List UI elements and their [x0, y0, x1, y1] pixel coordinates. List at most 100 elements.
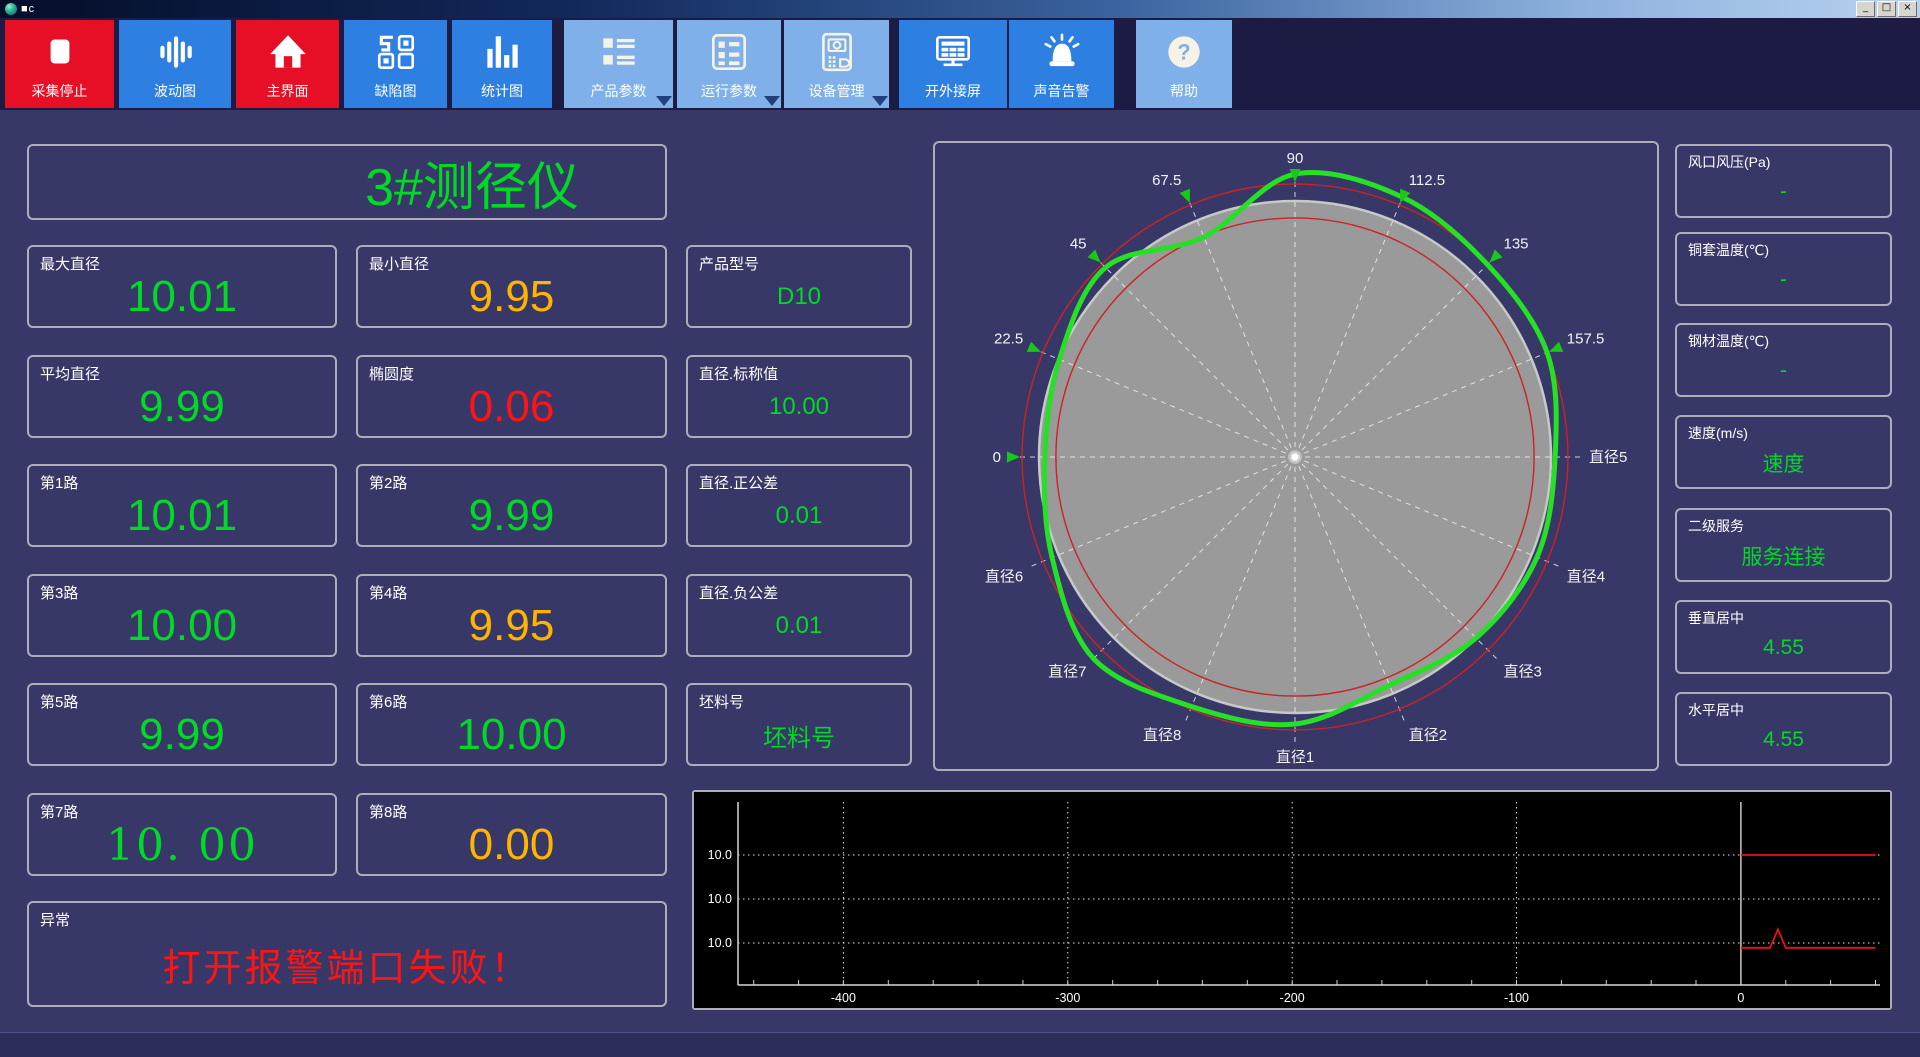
- main-screen-button[interactable]: 主界面: [236, 20, 339, 108]
- angle-marker-icon: [1489, 249, 1503, 263]
- polar-angle-label: 0: [993, 449, 1001, 466]
- billet-no-box: 坯料号 坯料号: [686, 683, 912, 766]
- close-button[interactable]: ×: [1898, 1, 1917, 17]
- path-7-box: 第7路 10. 00: [27, 793, 337, 876]
- chevron-down-icon[interactable]: [872, 96, 888, 106]
- steel-temp-label: 钢材温度(℃): [1688, 333, 1770, 349]
- min-diameter-value: 9.95: [468, 272, 555, 321]
- avg-diameter-box: 平均直径 9.99: [27, 355, 337, 438]
- y-axis-tick-label: 10.0: [708, 848, 732, 862]
- minus-tolerance-value: 0.01: [775, 612, 823, 639]
- polar-angle-label: 直径8: [1143, 727, 1181, 744]
- path-4-box: 第4路 9.95: [356, 574, 667, 657]
- stop-capture-label: 采集停止: [31, 83, 88, 99]
- app-icon: [5, 3, 17, 15]
- wave-chart-button[interactable]: 波动图: [119, 20, 231, 108]
- plus-tolerance-box: 直径.正公差 0.01: [686, 464, 912, 547]
- external-screen-label: 开外接屏: [925, 83, 981, 99]
- help-button[interactable]: ? 帮助: [1136, 20, 1232, 108]
- nominal-diameter-box: 直径.标称值 10.00: [686, 355, 912, 438]
- list-icon: [602, 38, 635, 65]
- path-7-value: 10. 00: [106, 819, 258, 871]
- avg-diameter-value: 9.99: [139, 382, 225, 431]
- defect-chart-button[interactable]: 缺陷图: [344, 20, 447, 108]
- angle-marker-icon: [1007, 451, 1020, 463]
- plus-tolerance-value: 0.01: [775, 502, 823, 529]
- angle-marker-icon: [1179, 188, 1190, 203]
- angle-marker-icon: [1087, 249, 1101, 263]
- polar-profile-chart: 0 22.5 45 67.5 90 112.5 135 157.5 直径5 直径4 直径3 直径2 直径…: [985, 150, 1627, 766]
- siren-icon: [1043, 33, 1080, 67]
- steel-temp-box: 钢材温度(℃) -: [1675, 323, 1892, 397]
- speed-box: 速度(m/s) 速度: [1675, 415, 1892, 489]
- main-screen-label: 主界面: [266, 83, 309, 99]
- stop-capture-button[interactable]: 采集停止: [5, 20, 114, 108]
- horizontal-center-value: 4.55: [1763, 727, 1804, 751]
- stats-chart-label: 统计图: [481, 83, 523, 99]
- path-3-value: 10.00: [126, 601, 238, 650]
- path-4-value: 9.95: [468, 601, 555, 650]
- polar-angle-label: 直径5: [1589, 449, 1627, 466]
- horizontal-center-label: 水平居中: [1688, 702, 1744, 718]
- toolbar: 采集停止 波动图 主界面 缺陷图 统计图 产品参数 运行参数 设备管理 开外接屏 声音告警? 帮助: [0, 18, 1920, 110]
- external-screen-button[interactable]: 开外接屏: [899, 20, 1007, 108]
- path-3-box: 第3路 10.00: [27, 574, 337, 657]
- copper-sleeve-temp-box: 铜套温度(℃) -: [1675, 232, 1892, 306]
- device-manage-button[interactable]: 设备管理: [784, 20, 889, 108]
- chevron-down-icon[interactable]: [764, 96, 780, 106]
- x-axis-tick-label: 0: [1737, 991, 1744, 1005]
- product-model-box: 产品型号 D10: [686, 245, 912, 328]
- window-title: ■c: [21, 3, 36, 15]
- polar-angle-label: 直径4: [1567, 569, 1605, 586]
- monitor-icon: [936, 36, 970, 67]
- product-params-button[interactable]: 产品参数: [564, 20, 673, 108]
- l2-service-value: 服务连接: [1741, 545, 1826, 569]
- nominal-diameter-value: 10.00: [768, 393, 830, 420]
- horizontal-center-box: 水平居中 4.55: [1675, 692, 1892, 766]
- air-pressure-label: 风口风压(Pa): [1688, 154, 1771, 170]
- chevron-down-icon[interactable]: [656, 96, 672, 106]
- polar-angle-label: 112.5: [1409, 172, 1445, 189]
- home-icon: [269, 35, 306, 68]
- product-params-label: 产品参数: [590, 83, 647, 99]
- ovality-box: 椭圆度 0.06: [356, 355, 667, 438]
- gauge-title: 3#测径仪: [365, 158, 579, 217]
- titlebar: ■c _ □ ×: [0, 0, 1920, 18]
- alarm-box: 异常 打开报警端口失败！: [27, 901, 667, 1007]
- copper-sleeve-temp-label: 铜套温度(℃): [1688, 242, 1770, 258]
- stats-chart-button[interactable]: 统计图: [452, 20, 552, 108]
- vertical-center-box: 垂直居中 4.55: [1675, 600, 1892, 674]
- speed-label: 速度(m/s): [1688, 425, 1748, 441]
- polar-angle-label: 135: [1504, 236, 1529, 253]
- help-icon: ?: [1168, 36, 1200, 68]
- trend-plot-bg: [694, 792, 1890, 1008]
- minimize-button[interactable]: _: [1856, 1, 1875, 17]
- l2-service-box: 二级服务 服务连接: [1675, 508, 1892, 582]
- path-6-value: 10.00: [456, 710, 567, 759]
- copper-sleeve-temp-value: -: [1780, 267, 1787, 291]
- run-params-button[interactable]: 运行参数: [677, 20, 781, 108]
- angle-marker-icon: [1549, 341, 1564, 352]
- polar-angle-label: 直径3: [1504, 664, 1542, 681]
- path-8-value: 0.00: [468, 820, 555, 869]
- path-2-value: 9.99: [468, 491, 555, 540]
- product-model-value: D10: [776, 283, 822, 310]
- path-8-box: 第8路 0.00: [356, 793, 667, 876]
- path-1-box: 第1路 10.01: [27, 464, 337, 547]
- air-pressure-box: 风口风压(Pa) -: [1675, 144, 1892, 218]
- trend-chart: 10.0 10.0 10.0 -400 -300 -200 -100 0: [694, 792, 1890, 1008]
- max-diameter-box: 最大直径 10.01: [27, 245, 337, 328]
- steel-temp-value: -: [1780, 358, 1787, 382]
- polar-angle-label: 67.5: [1152, 172, 1181, 189]
- defect-chart-label: 缺陷图: [374, 83, 417, 99]
- sound-alarm-button[interactable]: 声音告警: [1009, 20, 1114, 108]
- restore-button[interactable]: □: [1877, 1, 1896, 17]
- polar-angle-label: 直径1: [1276, 749, 1314, 766]
- angle-marker-icon: [1026, 341, 1041, 352]
- speed-value: 速度: [1762, 452, 1805, 476]
- trend-chart-panel: 10.0 10.0 10.0 -400 -300 -200 -100 0: [692, 790, 1892, 1010]
- path-6-box: 第6路 10.00: [356, 683, 667, 766]
- x-axis-tick-label: -400: [831, 991, 856, 1005]
- help-label: 帮助: [1170, 83, 1198, 99]
- min-diameter-box: 最小直径 9.95: [356, 245, 667, 328]
